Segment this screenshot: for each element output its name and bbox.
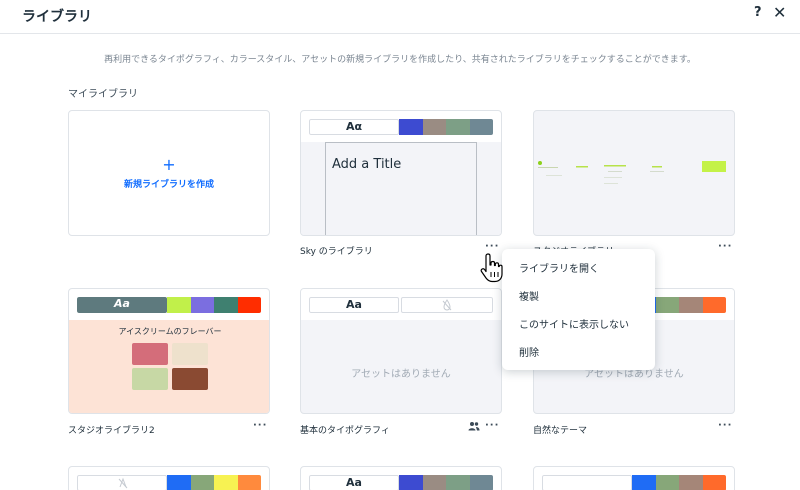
menu-item-delete[interactable]: 削除 <box>502 340 655 368</box>
create-library-card[interactable]: + 新規ライブラリを作成 <box>68 110 270 236</box>
hand-pointer-icon <box>480 253 503 283</box>
menu-item-hide-on-site[interactable]: このサイトに表示しない <box>502 312 655 340</box>
more-actions-button[interactable]: ··· <box>718 241 732 252</box>
context-menu: ライブラリを開く 複製 このサイトに表示しない 削除 <box>502 249 655 370</box>
dialog-title: ライブラリ <box>22 9 92 25</box>
color-swatch <box>399 475 423 490</box>
library-card[interactable] <box>68 466 270 490</box>
color-swatch <box>446 119 470 135</box>
typography-sample: Aa <box>77 297 167 313</box>
preview-title: Add a Title <box>332 157 402 172</box>
color-swatch <box>469 475 493 490</box>
library-card-studio2[interactable]: Aa アイスクリームのフレーバー <box>68 288 270 414</box>
color-swatch <box>237 475 261 490</box>
dialog-header: ライブラリ ? ✕ <box>0 0 800 34</box>
color-swatch <box>702 475 726 490</box>
color-swatch <box>190 475 214 490</box>
more-actions-button[interactable]: ··· <box>718 420 732 431</box>
more-actions-button[interactable]: ··· <box>485 241 499 252</box>
typography-slot <box>77 475 167 490</box>
typography-sample: Aa <box>309 475 399 490</box>
style-strip: Aa <box>309 297 493 313</box>
library-card-studio[interactable] <box>533 110 735 236</box>
more-actions-button[interactable]: ··· <box>485 420 499 431</box>
card-name-sky: Sky のライブラリ <box>300 247 373 257</box>
people-icon <box>468 422 480 431</box>
image-thumbnail <box>132 368 168 390</box>
style-strip <box>77 475 261 490</box>
close-button[interactable]: ✕ <box>773 3 786 22</box>
library-card[interactable]: Aa <box>300 466 502 490</box>
card-name-nature: 自然なテーマ <box>533 426 588 436</box>
typography-sample: Aa <box>309 297 399 313</box>
menu-item-duplicate[interactable]: 複製 <box>502 284 655 312</box>
library-card-typography[interactable]: Aa アセットはありません <box>300 288 502 414</box>
color-swatch <box>214 475 238 490</box>
color-swatch <box>679 475 703 490</box>
color-swatch <box>655 297 679 313</box>
section-label: マイライブラリ <box>68 89 138 100</box>
style-strip: Aα <box>309 119 493 135</box>
create-library-label: 新規ライブラリを作成 <box>123 179 214 190</box>
color-swatch <box>632 475 656 490</box>
image-thumbnail <box>172 343 208 365</box>
color-swatch <box>237 297 261 313</box>
no-font-icon <box>118 477 128 489</box>
color-swatch <box>469 119 493 135</box>
color-swatch <box>679 297 703 313</box>
color-swatch <box>190 297 214 313</box>
preview-title: アイスクリームのフレーバー <box>118 327 222 336</box>
no-colors-slot <box>401 297 493 313</box>
empty-assets-text: アセットはありません <box>351 369 451 380</box>
library-card-sky[interactable]: Aα Add a Title <box>300 110 502 236</box>
page-preview: Add a Title <box>325 142 477 235</box>
style-strip: Aa <box>309 475 493 490</box>
color-swatch <box>214 297 238 313</box>
style-strip: Aa <box>77 297 261 313</box>
typography-slot <box>542 475 632 490</box>
preview-area: アイスクリームのフレーバー <box>69 320 269 413</box>
no-color-icon <box>442 299 452 311</box>
more-actions-button[interactable]: ··· <box>253 420 267 431</box>
site-preview-thumbnail <box>538 161 726 184</box>
typography-sample: Aα <box>309 119 399 135</box>
color-swatch <box>399 119 423 135</box>
color-swatch <box>702 297 726 313</box>
style-strip <box>542 475 726 490</box>
color-swatch <box>655 475 679 490</box>
description-text: 再利用できるタイポグラフィ、カラースタイル、アセットの新規ライブラリを作成したり… <box>104 55 696 65</box>
color-swatch <box>446 475 470 490</box>
menu-item-open-library[interactable]: ライブラリを開く <box>502 256 655 284</box>
library-card[interactable] <box>533 466 735 490</box>
color-swatch <box>422 475 446 490</box>
image-thumbnail <box>172 368 208 390</box>
plus-icon: + <box>162 154 176 174</box>
color-swatch <box>167 297 191 313</box>
card-name-typography: 基本のタイポグラフィ <box>300 426 390 436</box>
color-swatch <box>167 475 191 490</box>
color-swatch <box>422 119 446 135</box>
preview-area: Add a Title <box>301 142 501 235</box>
help-button[interactable]: ? <box>754 5 762 20</box>
image-thumbnail <box>132 343 168 365</box>
card-name-studio2: スタジオライブラリ2 <box>68 426 155 436</box>
